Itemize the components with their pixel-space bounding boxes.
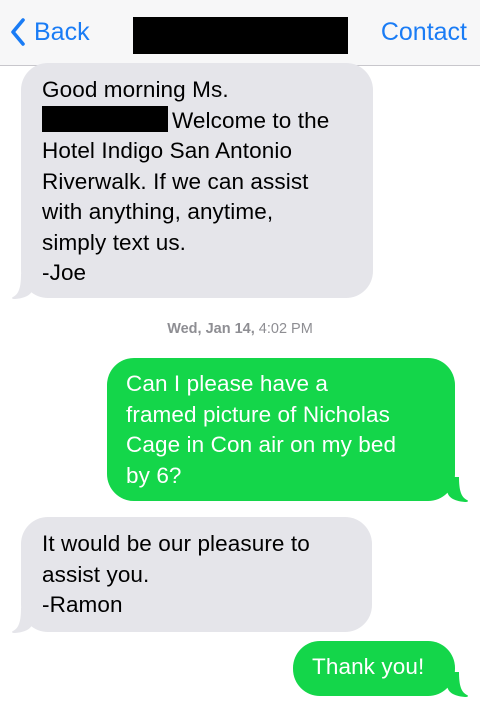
message-line: framed picture of Nicholas: [126, 401, 390, 427]
message-line: Can I please have a: [126, 371, 329, 396]
message-thread: Good morning Ms. Welcome to the Hotel In…: [0, 0, 480, 701]
message-line: Thank you!: [312, 654, 425, 679]
message-line: by 6?: [126, 462, 182, 488]
message-line: -Joe: [42, 260, 87, 285]
message-line: Hotel Indigo San Antonio: [42, 138, 293, 163]
outgoing-message-bubble: Thank you!: [293, 641, 455, 696]
message-line: simply text us.: [42, 229, 187, 255]
incoming-message-bubble: It would be our pleasure to assist you. …: [21, 517, 372, 632]
message-line: Riverwalk. If we can assist: [42, 168, 309, 194]
message-line: -Ramon: [42, 592, 123, 617]
outgoing-message-bubble: Can I please have a framed picture of Ni…: [107, 358, 455, 501]
message-timestamp: Wed, Jan 14, 4:02 PM: [0, 321, 480, 337]
message-line: with anything, anytime,: [42, 199, 274, 224]
timestamp-day: Wed, Jan 14,: [167, 321, 255, 337]
incoming-message-bubble: Good morning Ms. Welcome to the Hotel In…: [21, 63, 373, 298]
message-line: It would be our pleasure to: [42, 531, 310, 556]
message-line: Good morning Ms.: [42, 77, 229, 102]
redacted-guest-name: [42, 105, 168, 132]
message-line-with-redaction: Welcome to the: [42, 105, 373, 137]
message-line: Cage in Con air on my bed: [126, 432, 397, 457]
timestamp-time: 4:02 PM: [258, 321, 313, 337]
message-line: assist you.: [42, 561, 150, 587]
